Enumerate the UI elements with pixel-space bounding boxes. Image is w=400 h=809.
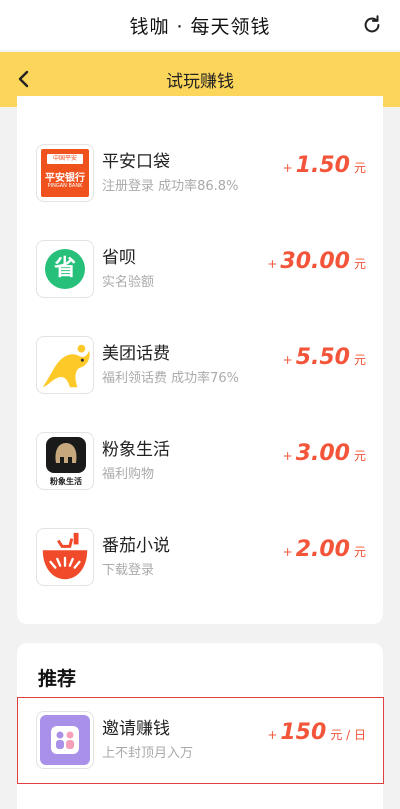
task-desc: 福利购物 (102, 467, 155, 482)
task-name: 美团话费 (102, 344, 170, 364)
task-item-pingan[interactable]: 中国平安 平安银行 PINGAN BANK 平安口袋 注册登录 成功率86.8%… (17, 144, 383, 240)
task-item-meituan[interactable]: 美团话费 福利领话费 成功率76% + 5.50 元 (17, 336, 383, 432)
task-name: 省呗 (102, 248, 136, 268)
selection-highlight (17, 697, 384, 784)
task-desc: 注册登录 成功率86.8% (102, 179, 239, 194)
page-title: 试玩赚钱 (166, 72, 234, 92)
task-list: 中国平安 平安银行 PINGAN BANK 平安口袋 注册登录 成功率86.8%… (17, 96, 383, 624)
back-button[interactable] (10, 65, 38, 93)
task-name: 粉象生活 (102, 440, 170, 460)
pingan-bank-icon: 中国平安 平安银行 PINGAN BANK (36, 144, 94, 202)
chevron-left-icon (18, 70, 29, 88)
task-item-shengbei[interactable]: 省 省呗 实名验额 + 30.00 元 (17, 240, 383, 336)
app-title: 钱咖 · 每天领钱 (129, 15, 271, 38)
task-name: 平安口袋 (102, 152, 170, 172)
task-item-fanqie[interactable]: 番茄小说 下载登录 + 2.00 元 (17, 528, 383, 624)
meituan-kangaroo-icon (36, 336, 94, 394)
task-reward: + 5.50 元 (282, 345, 366, 370)
task-name: 番茄小说 (102, 536, 170, 556)
task-item-fenxiang[interactable]: 粉象生活 粉象生活 福利购物 + 3.00 元 (17, 432, 383, 528)
task-desc: 福利领话费 成功率76% (102, 371, 240, 386)
app-header: 钱咖 · 每天领钱 (0, 0, 400, 50)
task-reward: + 1.50 元 (282, 153, 366, 178)
task-desc: 实名验额 (102, 275, 155, 290)
refresh-icon (364, 15, 380, 33)
task-reward: + 3.00 元 (282, 441, 366, 466)
refresh-button[interactable] (358, 11, 386, 39)
task-reward: + 30.00 元 (267, 249, 366, 274)
task-desc: 下载登录 (102, 563, 155, 578)
fanqie-tomato-icon (36, 528, 94, 586)
task-reward: + 2.00 元 (282, 537, 366, 562)
shengbei-icon: 省 (36, 240, 94, 298)
fenxiang-elephant-icon: 粉象生活 (36, 432, 94, 490)
section-heading: 推荐 (38, 668, 77, 690)
